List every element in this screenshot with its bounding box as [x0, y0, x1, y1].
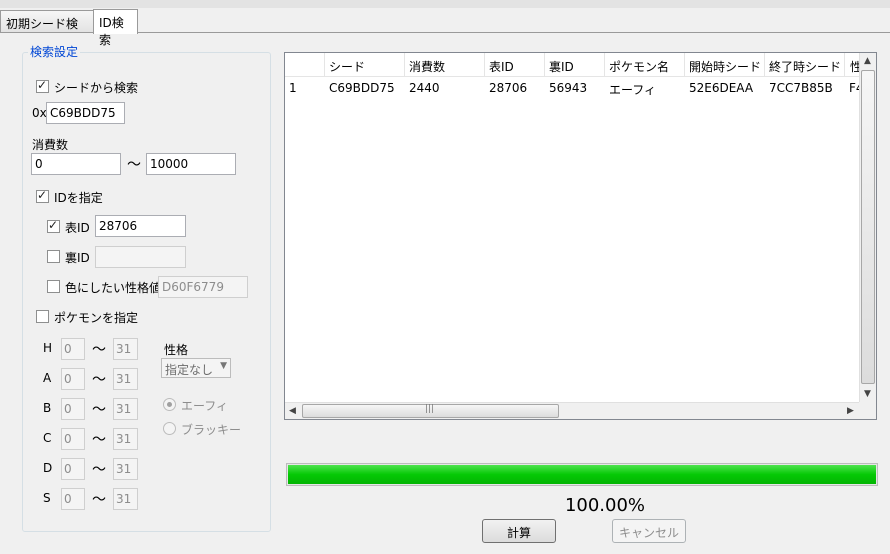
nature-selected-value: 指定なし [165, 363, 214, 377]
umbreon-radio[interactable] [163, 422, 176, 435]
progress-bar [286, 463, 878, 486]
consumption-label: 消費数 [32, 138, 69, 152]
iv-min-input[interactable]: 0 [61, 398, 85, 420]
range-tilde: 〜 [92, 462, 106, 478]
iv-stat-label: S [43, 491, 51, 505]
shiny-pid-checkbox[interactable] [47, 280, 60, 293]
tid-input[interactable]: 28706 [95, 215, 186, 237]
consumption-to-input[interactable]: 10000 [146, 153, 236, 175]
row-cell: 56943 [549, 81, 588, 95]
vertical-scroll-thumb[interactable] [861, 70, 875, 384]
tab-id-search[interactable]: ID検索 [93, 9, 138, 47]
umbreon-label: ブラッキー [181, 423, 242, 437]
sid-label: 裏ID [65, 251, 90, 265]
iv-max-input[interactable]: 31 [113, 338, 138, 360]
vertical-scrollbar[interactable]: ▲ ▼ [859, 53, 876, 403]
column-header[interactable]: 開始時シード [685, 53, 765, 77]
seed-search-checkbox[interactable] [36, 78, 49, 93]
nature-label: 性格 [164, 343, 189, 357]
id-specify-label: IDを指定 [54, 191, 103, 205]
hex-prefix-label: 0x [32, 106, 47, 120]
row-cell: C69BDD75 [329, 81, 395, 95]
shiny-pid-input[interactable]: D60F6779 [158, 276, 248, 298]
range-tilde: 〜 [92, 492, 106, 508]
scroll-down-icon[interactable]: ▼ [864, 389, 871, 399]
grip-icon: ||| [425, 404, 435, 414]
horizontal-scroll-thumb[interactable]: ||| [302, 404, 559, 418]
iv-min-input[interactable]: 0 [61, 338, 85, 360]
iv-min-input[interactable]: 0 [61, 428, 85, 450]
range-tilde: 〜 [92, 342, 106, 358]
calculate-button[interactable]: 計算 [482, 519, 556, 543]
row-cell: 2440 [409, 81, 440, 95]
row-cell: 28706 [489, 81, 528, 95]
cancel-button[interactable]: キャンセル [612, 519, 686, 543]
iv-max-input[interactable]: 31 [113, 398, 138, 420]
scroll-up-icon[interactable]: ▲ [864, 56, 871, 66]
espeon-label: エーフィ [181, 399, 229, 413]
sid-checkbox[interactable] [47, 250, 60, 263]
iv-max-input[interactable]: 31 [113, 458, 138, 480]
column-header[interactable]: ポケモン名 [605, 53, 685, 77]
row-cell: 52E6DEAA [689, 81, 754, 95]
range-tilde: 〜 [92, 402, 106, 418]
column-header[interactable]: 消費数 [405, 53, 485, 77]
row-cell: 7CC7B85B [769, 81, 833, 95]
pokemon-specify-checkbox[interactable] [36, 310, 49, 323]
iv-stat-label: H [43, 341, 53, 355]
tid-label: 表ID [65, 221, 90, 235]
consumption-from-input[interactable]: 0 [31, 153, 121, 175]
progress-percent: 100.00% [564, 495, 646, 516]
scroll-left-icon[interactable]: ◀ [289, 406, 296, 416]
id-specify-checkbox[interactable] [36, 188, 49, 203]
column-header[interactable]: 表ID [485, 53, 545, 77]
nature-dropdown[interactable]: 指定なし ▼ [161, 358, 231, 378]
progress-fill [288, 465, 876, 484]
iv-stat-label: B [43, 401, 52, 415]
iv-stat-label: C [43, 431, 52, 445]
iv-stat-label: A [43, 371, 52, 385]
pokemon-specify-label: ポケモンを指定 [54, 311, 139, 325]
chevron-down-icon: ▼ [220, 361, 227, 371]
horizontal-scrollbar[interactable]: ◀ ||| ▶ [285, 402, 861, 419]
iv-max-input[interactable]: 31 [113, 368, 138, 390]
iv-max-input[interactable]: 31 [113, 428, 138, 450]
scroll-corner [859, 402, 876, 419]
iv-min-input[interactable]: 0 [61, 368, 85, 390]
espeon-radio[interactable] [163, 398, 176, 411]
seed-search-label: シードから検索 [54, 81, 139, 95]
results-list[interactable]: シード 消費数 表ID 裏ID ポケモン名 開始時シード 終了時シード 性 1 … [284, 52, 877, 420]
range-tilde: 〜 [92, 432, 106, 448]
iv-stat-label: D [43, 461, 53, 475]
scroll-right-icon[interactable]: ▶ [847, 406, 854, 416]
search-settings-legend: 検索設定 [28, 43, 81, 60]
iv-max-input[interactable]: 31 [113, 488, 138, 510]
column-header[interactable]: 裏ID [545, 53, 605, 77]
window-top-strip [0, 0, 890, 8]
tab-initial-seed-search[interactable]: 初期シード検索 [0, 10, 94, 48]
tid-checkbox[interactable] [47, 218, 60, 233]
seed-input[interactable]: C69BDD75 [46, 102, 125, 124]
sid-input[interactable] [95, 246, 186, 268]
range-tilde: 〜 [92, 372, 106, 388]
column-header[interactable]: 終了時シード [765, 53, 845, 77]
column-header[interactable]: シード [325, 53, 405, 77]
range-tilde: 〜 [127, 157, 141, 173]
shiny-pid-label: 色にしたい性格値 [65, 281, 162, 295]
iv-min-input[interactable]: 0 [61, 458, 85, 480]
row-cell: 1 [289, 81, 297, 95]
iv-min-input[interactable]: 0 [61, 488, 85, 510]
column-header[interactable] [285, 53, 325, 77]
row-cell: エーフィ [609, 83, 657, 97]
